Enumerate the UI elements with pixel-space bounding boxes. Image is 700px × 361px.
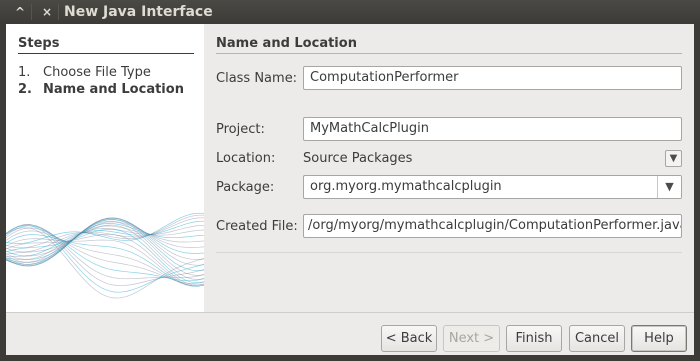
- minimize-icon[interactable]: ^: [10, 3, 30, 21]
- project-field: MyMathCalcPlugin: [303, 117, 682, 141]
- step-number: 1.: [18, 65, 31, 80]
- wizard-waves-graphic: [6, 212, 204, 299]
- next-button[interactable]: Next >: [443, 325, 500, 352]
- form-divider: [216, 252, 682, 253]
- wave-line: [6, 217, 204, 265]
- package-combo[interactable]: org.myorg.mymathcalcplugin ▼: [303, 175, 682, 199]
- titlebar-divider: [31, 4, 32, 20]
- step-label: Name and Location: [43, 82, 184, 97]
- steps-panel: Steps 1. Choose File Type 2. Name and Loca…: [6, 24, 204, 312]
- created-file-field[interactable]: /org/myorg/mymathcalcplugin/ComputationP…: [303, 214, 682, 238]
- location-dropdown-icon[interactable]: ▼: [665, 150, 682, 167]
- button-bar-divider: [6, 312, 694, 313]
- location-value[interactable]: Source Packages: [303, 151, 412, 166]
- location-label: Location:: [216, 151, 276, 166]
- dialog-content: Steps 1. Choose File Type 2. Name and Loca…: [6, 24, 694, 355]
- titlebar-divider: [58, 4, 59, 20]
- package-label: Package:: [216, 180, 275, 195]
- window-title: New Java Interface: [64, 4, 213, 20]
- step-name-and-location: 2. Name and Location: [18, 82, 184, 97]
- package-dropdown-icon[interactable]: ▼: [657, 176, 681, 198]
- step-number: 2.: [18, 82, 32, 97]
- class-name-input[interactable]: ComputationPerformer: [303, 66, 682, 90]
- class-name-label: Class Name:: [216, 71, 298, 86]
- close-icon[interactable]: ×: [37, 3, 57, 21]
- project-label: Project:: [216, 122, 265, 137]
- dialog-window: ^ × New Java Interface Steps 1. Choose Fi…: [0, 0, 700, 361]
- panel-heading: Name and Location: [216, 36, 682, 54]
- title-bar: ^ × New Java Interface: [0, 0, 700, 24]
- package-value[interactable]: org.myorg.mymathcalcplugin: [310, 179, 502, 194]
- cancel-button[interactable]: Cancel: [569, 325, 625, 352]
- help-button[interactable]: Help: [631, 325, 687, 352]
- step-label: Choose File Type: [43, 65, 151, 80]
- back-button[interactable]: < Back: [381, 325, 437, 352]
- step-choose-file-type: 1. Choose File Type: [18, 65, 151, 80]
- finish-button[interactable]: Finish: [506, 325, 562, 352]
- steps-heading: Steps: [18, 36, 194, 54]
- created-file-label: Created File:: [216, 219, 298, 234]
